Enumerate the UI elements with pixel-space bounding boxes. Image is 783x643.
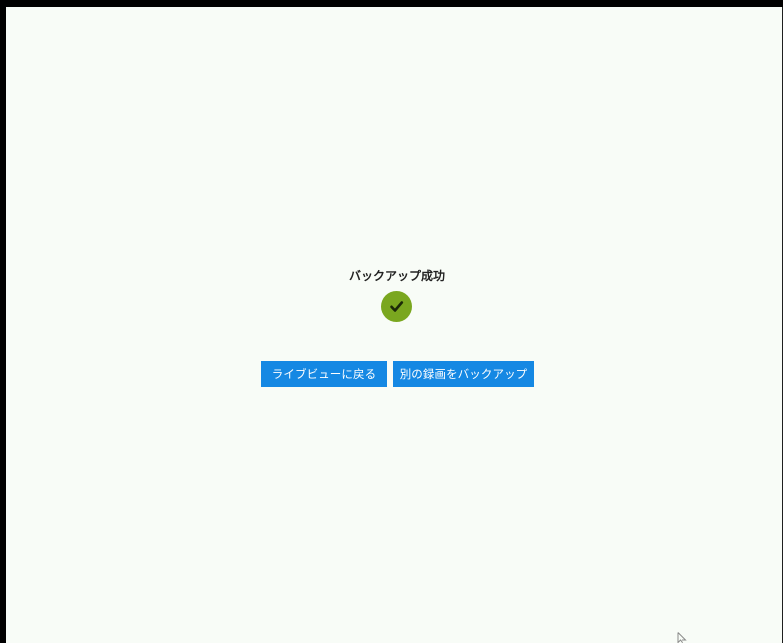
checkmark-circle-icon: [381, 291, 412, 322]
checkmark-icon: [390, 301, 404, 312]
backup-another-recording-button[interactable]: 別の録画をバックアップ: [393, 361, 534, 387]
mouse-pointer-icon: [677, 632, 687, 643]
backup-result-screen: バックアップ成功 ライブビューに戻る 別の録画をバックアップ: [0, 0, 783, 643]
back-to-live-view-button[interactable]: ライブビューに戻る: [261, 361, 387, 387]
backup-success-title: バックアップ成功: [348, 269, 445, 283]
